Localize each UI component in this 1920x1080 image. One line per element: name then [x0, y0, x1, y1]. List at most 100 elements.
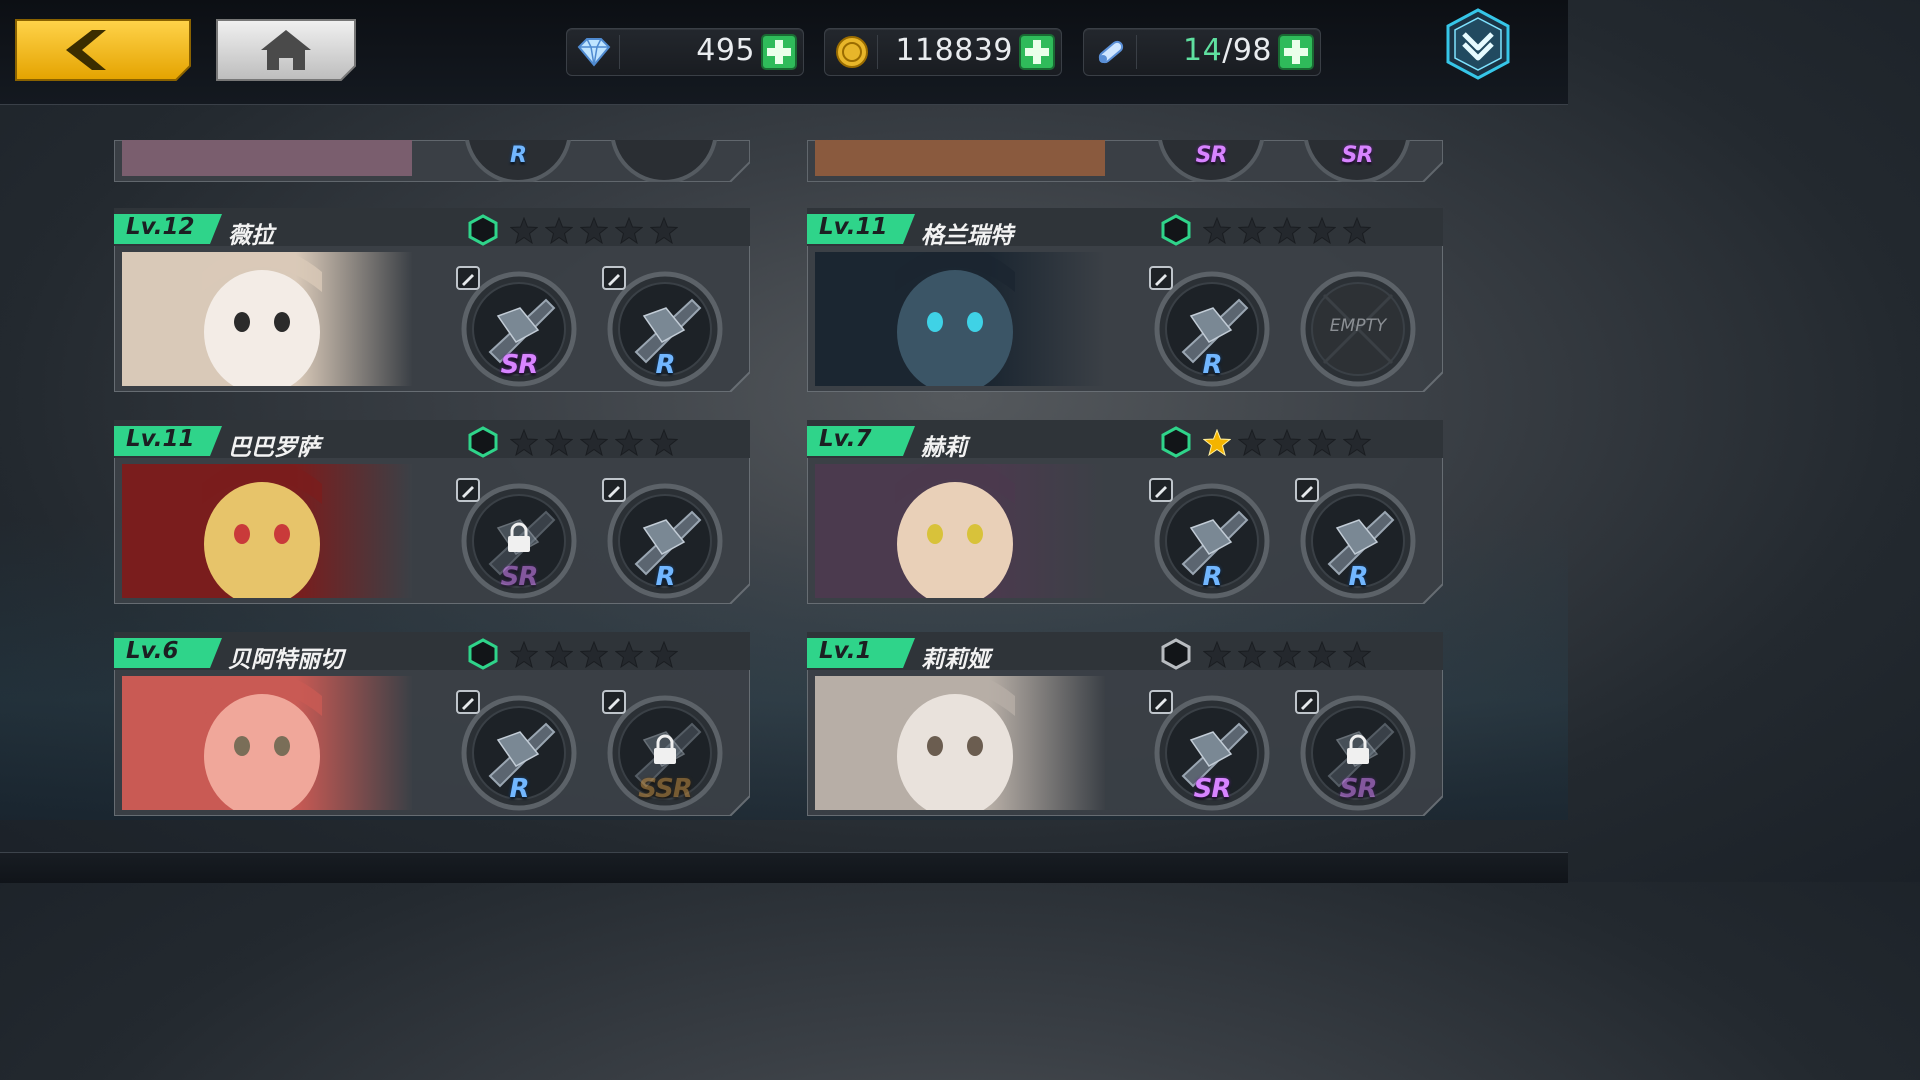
diamond-value: 495: [696, 33, 755, 68]
edit-icon[interactable]: [456, 478, 480, 502]
level-label: Lv.7: [819, 426, 872, 452]
menu-button[interactable]: [1440, 6, 1516, 82]
edit-icon[interactable]: [456, 690, 480, 714]
equipment-slot[interactable]: R: [456, 690, 578, 812]
character-card[interactable]: Lv.1 莉莉娅 SR SR: [807, 632, 1443, 816]
partial-rarity-label: SR: [1195, 143, 1228, 168]
lock-icon: [1347, 734, 1369, 764]
home-icon: [216, 19, 356, 81]
star-empty-icon: [650, 217, 678, 245]
equipment-slot[interactable]: SR: [1295, 690, 1417, 812]
star-empty-icon: [545, 641, 573, 669]
chevron-left-icon: [15, 19, 191, 81]
star-rating: [510, 217, 685, 245]
level-label: Lv.12: [126, 214, 195, 240]
card-frame: [114, 140, 750, 182]
character-portrait: [122, 464, 412, 598]
character-name: 薇拉: [228, 223, 274, 249]
star-empty-icon: [615, 429, 643, 457]
rarity-label: R: [1202, 562, 1222, 592]
star-empty-icon: [1308, 217, 1336, 245]
equipment-slot[interactable]: SR: [1149, 690, 1271, 812]
edit-icon[interactable]: [1295, 478, 1319, 502]
rarity-label: R: [509, 774, 529, 804]
rarity-label: SR: [1193, 774, 1232, 804]
star-filled-icon: [1203, 429, 1231, 457]
character-card[interactable]: Lv.6 贝阿特丽切 R SSR: [114, 632, 750, 816]
character-card[interactable]: Lv.7 赫莉 R R: [807, 420, 1443, 604]
edit-icon[interactable]: [1149, 690, 1173, 714]
partial-rarity-label: R: [510, 143, 527, 168]
star-empty-icon: [1238, 217, 1266, 245]
stamina-value: 14/98: [1183, 33, 1272, 68]
star-empty-icon: [1343, 429, 1371, 457]
character-card[interactable]: Lv.11 格兰瑞特 R EMPTY: [807, 208, 1443, 392]
star-empty-icon: [1273, 429, 1301, 457]
equipment-slot[interactable]: R: [1149, 478, 1271, 600]
star-empty-icon: [650, 641, 678, 669]
gold-coin-icon: [836, 36, 868, 68]
portrait-image: [815, 252, 1105, 386]
chevron-down-icon: [1446, 8, 1510, 80]
star-rating: [1203, 429, 1378, 457]
partial-rarity-label: SR: [1341, 143, 1374, 168]
rarity-label: SR: [500, 562, 539, 592]
home-button[interactable]: [215, 18, 357, 82]
character-name: 格兰瑞特: [921, 223, 1013, 249]
equipment-slot[interactable]: R: [1295, 478, 1417, 600]
equipment-slot[interactable]: R: [602, 478, 724, 600]
stamina-counter: 14/98: [1083, 28, 1321, 76]
portrait-image: [122, 252, 412, 386]
edit-icon[interactable]: [602, 478, 626, 502]
level-label: Lv.11: [126, 426, 195, 452]
add-stamina-icon[interactable]: [1278, 34, 1314, 70]
rarity-label: R: [1202, 350, 1222, 380]
partial-character-card[interactable]: R: [114, 140, 750, 182]
equipment-slot[interactable]: SR: [456, 478, 578, 600]
rarity-label: SR: [500, 350, 539, 380]
equipment-slot[interactable]: SSR: [602, 690, 724, 812]
gold-value: 118839: [895, 33, 1013, 68]
star-empty-icon: [650, 429, 678, 457]
hexagon-icon: [1161, 426, 1191, 458]
edit-icon[interactable]: [1149, 266, 1173, 290]
hexagon-icon: [468, 638, 498, 670]
add-diamond-icon[interactable]: [761, 34, 797, 70]
edit-icon[interactable]: [602, 690, 626, 714]
star-empty-icon: [1238, 641, 1266, 669]
star-rating: [510, 429, 685, 457]
edit-icon[interactable]: [602, 266, 626, 290]
equipment-slot[interactable]: R: [602, 266, 724, 388]
character-portrait: [122, 676, 412, 810]
star-empty-icon: [1343, 217, 1371, 245]
character-name: 莉莉娅: [921, 647, 990, 673]
edit-icon[interactable]: [456, 266, 480, 290]
equipment-slot[interactable]: R: [1149, 266, 1271, 388]
gold-counter: 118839: [824, 28, 1062, 76]
character-card[interactable]: Lv.11 巴巴罗萨 SR R: [114, 420, 750, 604]
star-empty-icon: [1203, 641, 1231, 669]
equipment-slot[interactable]: EMPTY: [1299, 270, 1417, 388]
divider: [619, 35, 620, 69]
back-button[interactable]: [14, 18, 192, 82]
character-card[interactable]: Lv.12 薇拉 SR R: [114, 208, 750, 392]
equipment-slot[interactable]: SR: [456, 266, 578, 388]
lock-icon: [654, 734, 676, 764]
character-name: 赫莉: [921, 435, 967, 461]
star-rating: [1203, 641, 1378, 669]
level-label: Lv.11: [819, 214, 888, 240]
portrait-image: [122, 676, 412, 810]
rarity-label: SR: [1339, 774, 1378, 804]
character-portrait: [815, 464, 1105, 598]
partial-character-card[interactable]: SR SR: [807, 140, 1443, 182]
add-gold-icon[interactable]: [1019, 34, 1055, 70]
stamina-current: 14: [1183, 33, 1223, 68]
bottom-bar: [0, 852, 1568, 883]
star-empty-icon: [1273, 641, 1301, 669]
rarity-label: R: [1348, 562, 1368, 592]
star-empty-icon: [1238, 429, 1266, 457]
edit-icon[interactable]: [1295, 690, 1319, 714]
edit-icon[interactable]: [1149, 478, 1173, 502]
level-label: Lv.1: [819, 638, 872, 664]
star-empty-icon: [1273, 217, 1301, 245]
